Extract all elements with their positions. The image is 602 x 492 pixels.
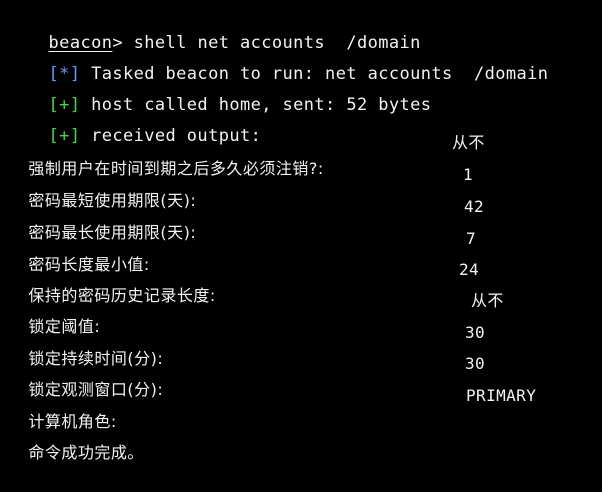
output-row: 锁定观测窗口(分): [6, 351, 163, 399]
output-row: 密码最短使用期限(天): [6, 162, 196, 210]
output-value: 30 [465, 354, 486, 373]
output-row: 密码最长使用期限(天): [6, 194, 196, 242]
output-value: 1 [463, 165, 474, 184]
received-message-line: [+] received output: [6, 97, 261, 146]
output-value: 30 [465, 323, 486, 342]
terminal-console[interactable]: beacon> shell net accounts /domain [*] T… [0, 0, 602, 462]
completion-text: 命令成功完成。 [28, 443, 144, 462]
output-row: 锁定持续时间(分): [6, 320, 163, 368]
output-row: 保持的密码历史记录长度: [6, 257, 216, 305]
task-message-line: [*] Tasked beacon to run: net accounts /… [6, 35, 548, 84]
output-row: 锁定阈值: [6, 288, 100, 336]
output-value: 24 [459, 260, 480, 279]
output-row: 强制用户在时间到期之后多久必须注销?: [6, 130, 324, 178]
output-value: 从不 [452, 133, 485, 152]
host-message-line: [+] host called home, sent: 52 bytes [6, 66, 431, 115]
output-row: 密码长度最小值: [6, 226, 150, 274]
output-value: 从不 [471, 291, 504, 310]
completion-message: 命令成功完成。 [6, 414, 144, 462]
output-value: PRIMARY [466, 386, 537, 405]
output-value: 42 [464, 197, 485, 216]
output-value: 7 [466, 229, 477, 248]
command-prompt-line: beacon> shell net accounts /domain [6, 4, 421, 53]
output-row: 计算机角色: [6, 383, 117, 431]
